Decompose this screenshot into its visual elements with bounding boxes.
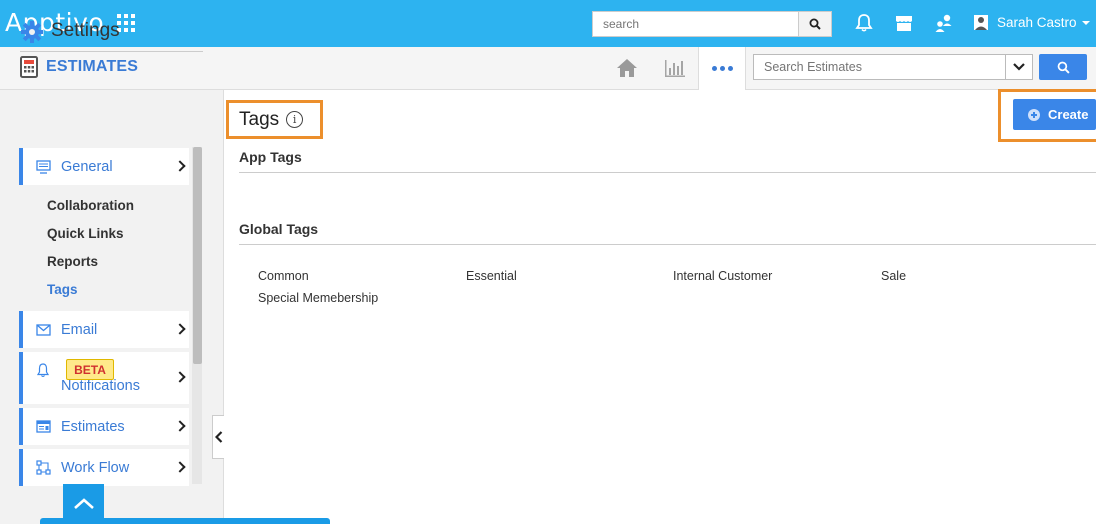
sidebar-subitem-collaboration[interactable]: Collaboration (47, 198, 134, 213)
sidebar-item-label: Notifications (61, 378, 140, 394)
beta-badge: BETA (66, 359, 114, 380)
sidebar-item-workflow[interactable]: Work Flow (19, 449, 189, 486)
sidebar-item-label: Estimates (61, 418, 125, 435)
page-title: Tags i (226, 100, 323, 139)
estimates-search (753, 54, 1033, 80)
user-menu[interactable]: Sarah Castro (974, 15, 1090, 30)
app-tags-heading: App Tags (239, 149, 302, 165)
divider (239, 172, 1096, 173)
sidebar-item-email[interactable]: Email (19, 311, 189, 348)
chevron-right-icon (174, 159, 186, 172)
user-avatar-icon (974, 15, 988, 30)
global-search (592, 11, 832, 37)
envelope-icon (35, 323, 51, 336)
estimates-icon (35, 420, 51, 433)
create-button[interactable]: Create (1013, 99, 1096, 130)
sidebar-collapse-button[interactable] (212, 415, 224, 459)
global-search-input[interactable] (593, 12, 798, 36)
app-header: ESTIMATES (0, 47, 1096, 90)
sidebar-item-general[interactable]: General (19, 148, 189, 185)
bell-icon (36, 362, 50, 377)
bar-chart-icon (665, 60, 685, 77)
gear-icon (21, 21, 43, 43)
search-icon (809, 18, 821, 30)
sidebar-item-label: Email (61, 321, 98, 338)
chevron-right-icon (174, 371, 186, 383)
chevron-down-icon (1013, 63, 1025, 71)
plus-circle-icon (1028, 108, 1040, 121)
workflow-icon (35, 460, 51, 475)
home-icon (617, 59, 637, 77)
home-button[interactable] (615, 47, 639, 89)
calculator-icon (20, 56, 38, 78)
info-icon[interactable]: i (286, 111, 304, 128)
reports-button[interactable] (663, 47, 687, 89)
app-title-label: ESTIMATES (46, 58, 139, 75)
tag-item[interactable]: Essential (466, 269, 517, 283)
sidebar-item-label: General (61, 158, 113, 175)
tag-item[interactable]: Sale (881, 269, 906, 283)
monitor-icon (35, 159, 51, 174)
tag-item[interactable]: Special Memebership (258, 291, 378, 305)
more-tab[interactable] (698, 47, 746, 90)
chevron-right-icon (174, 460, 186, 473)
sidebar-subitem-quick-links[interactable]: Quick Links (47, 226, 124, 241)
chevron-left-icon (214, 431, 222, 443)
search-icon (1057, 61, 1070, 74)
more-dots-icon (711, 66, 717, 71)
global-tags-heading: Global Tags (239, 221, 319, 237)
divider (239, 244, 1096, 245)
app-title[interactable]: ESTIMATES (20, 56, 138, 78)
contacts-icon[interactable] (934, 13, 954, 33)
tag-item[interactable]: Internal Customer (673, 269, 772, 283)
notification-bell-icon[interactable] (854, 13, 874, 33)
sidebar-item-label: Work Flow (61, 459, 130, 476)
estimates-search-input[interactable] (754, 55, 1005, 79)
global-search-button[interactable] (798, 12, 831, 36)
store-icon[interactable] (894, 13, 914, 33)
chevron-up-icon (73, 498, 94, 509)
estimates-search-button[interactable] (1039, 54, 1087, 80)
user-name: Sarah Castro (997, 15, 1077, 30)
settings-title: Settings (51, 20, 120, 41)
sidebar-subitem-tags[interactable]: Tags (47, 282, 78, 297)
chevron-right-icon (174, 419, 186, 432)
sidebar-subitem-reports[interactable]: Reports (47, 254, 98, 269)
settings-header: Settings (20, 20, 203, 52)
chevron-right-icon (174, 322, 186, 335)
tag-item[interactable]: Common (258, 269, 309, 283)
sidebar-scrollbar-thumb[interactable] (193, 147, 202, 364)
caret-down-icon (1081, 20, 1090, 25)
page-title-text: Tags (239, 108, 280, 130)
sidebar-item-estimates[interactable]: Estimates (19, 408, 189, 445)
create-button-label: Create (1048, 107, 1089, 122)
search-options-dropdown[interactable] (1005, 55, 1032, 79)
bottom-panel-tab[interactable] (40, 518, 330, 524)
